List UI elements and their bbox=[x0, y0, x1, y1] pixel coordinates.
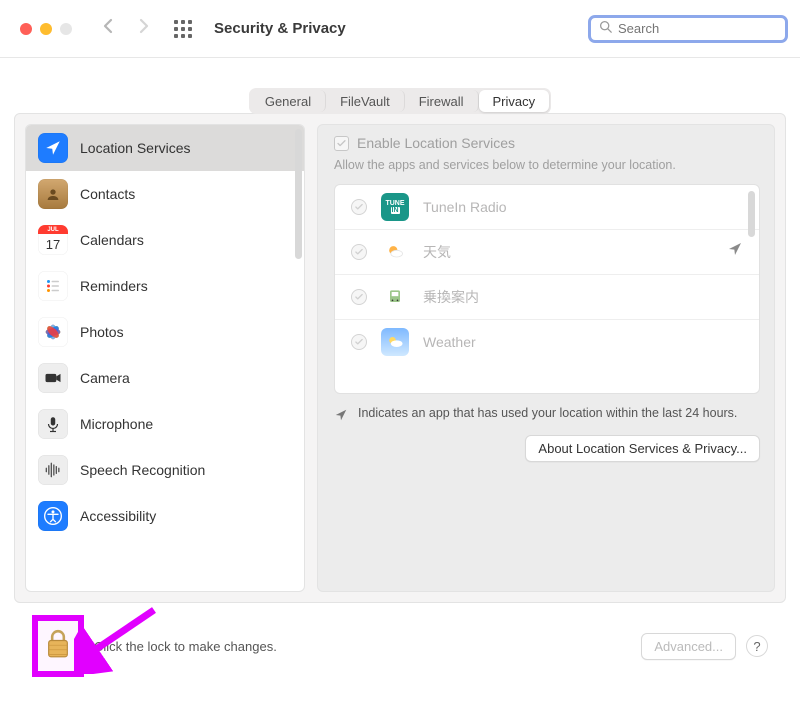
transit-icon bbox=[381, 283, 409, 311]
sidebar-item-label: Location Services bbox=[80, 140, 191, 156]
advanced-button[interactable]: Advanced... bbox=[641, 633, 736, 660]
tab-bar: General FileVault Firewall Privacy bbox=[249, 88, 551, 114]
tab-label: General bbox=[265, 94, 311, 109]
weather-icon bbox=[381, 328, 409, 356]
accessibility-icon bbox=[38, 501, 68, 531]
sidebar-item-contacts[interactable]: Contacts bbox=[26, 171, 304, 217]
footer: Click the lock to make changes. Advanced… bbox=[14, 603, 786, 675]
show-all-button[interactable] bbox=[174, 20, 192, 38]
sidebar-item-label: Calendars bbox=[80, 232, 144, 248]
app-row[interactable]: Weather bbox=[335, 320, 759, 364]
location-icon bbox=[38, 133, 68, 163]
location-description: Allow the apps and services below to det… bbox=[334, 157, 760, 174]
yahoo-weather-icon bbox=[381, 238, 409, 266]
tunein-icon: TUNEIN bbox=[381, 193, 409, 221]
app-list: TUNEIN TuneIn Radio 天気 乗換 bbox=[334, 184, 760, 394]
content-panel: Location Services Contacts JUL 17 Calend… bbox=[14, 113, 786, 603]
sidebar-item-label: Microphone bbox=[80, 416, 153, 432]
search-input[interactable] bbox=[618, 21, 777, 36]
sidebar-item-location-services[interactable]: Location Services bbox=[26, 125, 304, 171]
indicator-description: Indicates an app that has used your loca… bbox=[334, 406, 760, 425]
app-name: TuneIn Radio bbox=[423, 199, 507, 215]
tab-label: FileVault bbox=[340, 94, 390, 109]
tab-general[interactable]: General bbox=[251, 90, 326, 112]
traffic-lights bbox=[20, 23, 72, 35]
indicator-text: Indicates an app that has used your loca… bbox=[358, 406, 737, 420]
search-icon bbox=[599, 20, 612, 38]
app-checkbox[interactable] bbox=[351, 244, 367, 260]
lock-hint-text: Click the lock to make changes. bbox=[94, 639, 277, 654]
sidebar-item-microphone[interactable]: Microphone bbox=[26, 401, 304, 447]
app-name: 天気 bbox=[423, 242, 451, 262]
tab-firewall[interactable]: Firewall bbox=[405, 90, 479, 112]
tab-label: Firewall bbox=[419, 94, 464, 109]
app-checkbox[interactable] bbox=[351, 289, 367, 305]
scrollbar[interactable] bbox=[748, 191, 755, 237]
sidebar-item-photos[interactable]: Photos bbox=[26, 309, 304, 355]
app-row[interactable]: 乗換案内 bbox=[335, 275, 759, 320]
help-button[interactable]: ? bbox=[746, 635, 768, 657]
forward-button[interactable] bbox=[138, 17, 150, 41]
sidebar-item-calendars[interactable]: JUL 17 Calendars bbox=[26, 217, 304, 263]
photos-icon bbox=[38, 317, 68, 347]
tab-privacy[interactable]: Privacy bbox=[479, 90, 550, 112]
close-button[interactable] bbox=[20, 23, 32, 35]
sidebar-item-speech-recognition[interactable]: Speech Recognition bbox=[26, 447, 304, 493]
app-name: 乗換案内 bbox=[423, 287, 479, 307]
enable-location-label: Enable Location Services bbox=[357, 135, 515, 151]
search-field[interactable] bbox=[588, 15, 788, 43]
location-services-panel: Enable Location Services Allow the apps … bbox=[317, 124, 775, 592]
calendar-day: 17 bbox=[38, 234, 68, 255]
sidebar-item-label: Accessibility bbox=[80, 508, 156, 524]
window-titlebar: Security & Privacy bbox=[0, 0, 800, 58]
annotation-highlight bbox=[32, 615, 84, 677]
window-title: Security & Privacy bbox=[214, 20, 346, 37]
contacts-icon bbox=[38, 179, 68, 209]
app-row[interactable]: 天気 bbox=[335, 230, 759, 275]
camera-icon bbox=[38, 363, 68, 393]
enable-location-checkbox[interactable] bbox=[334, 136, 349, 151]
maximize-button[interactable] bbox=[60, 23, 72, 35]
lock-icon[interactable] bbox=[44, 627, 72, 666]
sidebar-item-reminders[interactable]: Reminders bbox=[26, 263, 304, 309]
app-name: Weather bbox=[423, 334, 476, 350]
calendar-icon: JUL 17 bbox=[38, 225, 68, 255]
sidebar-item-label: Speech Recognition bbox=[80, 462, 205, 478]
nav-buttons bbox=[102, 17, 150, 41]
scrollbar[interactable] bbox=[295, 129, 302, 259]
back-button[interactable] bbox=[102, 17, 114, 41]
sidebar-item-label: Camera bbox=[80, 370, 130, 386]
app-checkbox[interactable] bbox=[351, 199, 367, 215]
privacy-category-list: Location Services Contacts JUL 17 Calend… bbox=[25, 124, 305, 592]
calendar-month: JUL bbox=[38, 225, 68, 234]
tab-filevault[interactable]: FileVault bbox=[326, 90, 405, 112]
reminders-icon bbox=[38, 271, 68, 301]
app-checkbox[interactable] bbox=[351, 334, 367, 350]
speech-icon bbox=[38, 455, 68, 485]
about-location-button[interactable]: About Location Services & Privacy... bbox=[525, 435, 760, 462]
tab-label: Privacy bbox=[493, 94, 536, 109]
microphone-icon bbox=[38, 409, 68, 439]
sidebar-item-camera[interactable]: Camera bbox=[26, 355, 304, 401]
app-row[interactable]: TUNEIN TuneIn Radio bbox=[335, 185, 759, 230]
location-recent-icon bbox=[727, 241, 743, 262]
sidebar-item-label: Photos bbox=[80, 324, 124, 340]
location-arrow-icon bbox=[334, 406, 348, 425]
minimize-button[interactable] bbox=[40, 23, 52, 35]
sidebar-item-label: Reminders bbox=[80, 278, 148, 294]
sidebar-item-label: Contacts bbox=[80, 186, 135, 202]
sidebar-item-accessibility[interactable]: Accessibility bbox=[26, 493, 304, 539]
